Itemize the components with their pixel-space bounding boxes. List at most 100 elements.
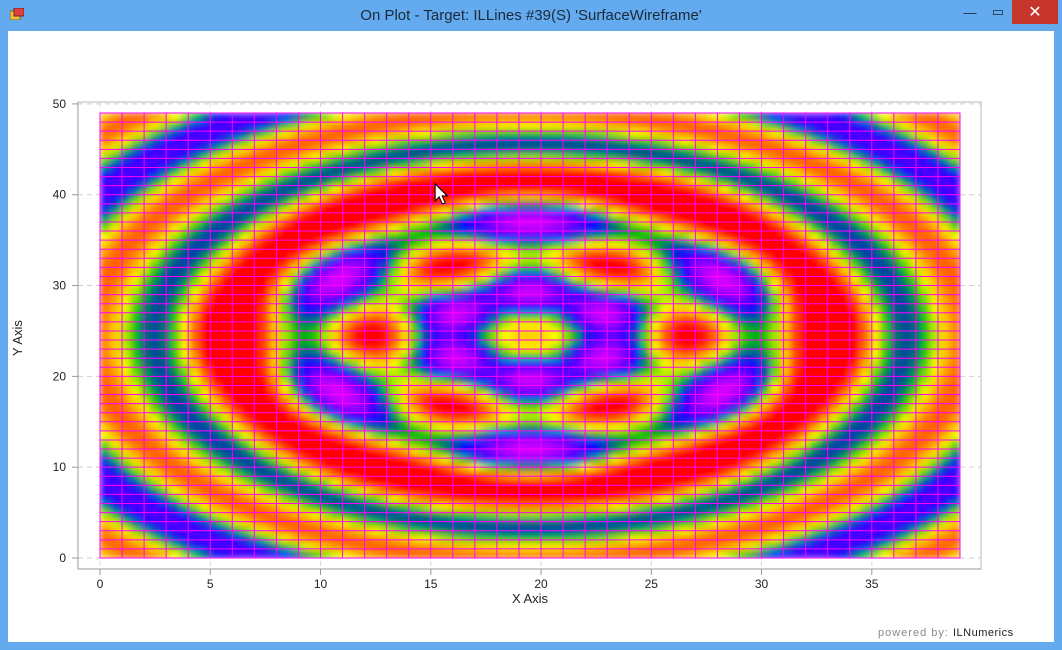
surface-cell bbox=[550, 152, 561, 162]
surface-cell bbox=[360, 136, 371, 146]
plot-canvas[interactable]: 0 5 10 15 20 25 30 35 01020304050 X Axis Y Axis bbox=[0, 0, 1062, 650]
surface-cell bbox=[420, 327, 431, 337]
surface-cell bbox=[780, 327, 791, 337]
surface-cell bbox=[820, 319, 831, 329]
surface-cell bbox=[140, 407, 151, 416]
surface-cell bbox=[710, 534, 721, 543]
surface-cell bbox=[540, 343, 551, 352]
surface-cell bbox=[110, 534, 121, 543]
surface-cell bbox=[130, 454, 141, 464]
surface-cell bbox=[660, 470, 671, 480]
surface-cell bbox=[670, 240, 681, 249]
surface-cell bbox=[780, 192, 791, 202]
surface-cell bbox=[440, 295, 451, 305]
surface-cell bbox=[520, 279, 531, 289]
surface-cell bbox=[180, 422, 191, 432]
surface-cell bbox=[890, 216, 901, 225]
surface-cell bbox=[260, 454, 271, 464]
surface-cell bbox=[250, 303, 261, 313]
surface-cell bbox=[630, 128, 641, 138]
surface-cell bbox=[840, 446, 851, 456]
surface-cell bbox=[810, 136, 821, 146]
surface-cell bbox=[290, 176, 301, 186]
surface-cell bbox=[410, 494, 421, 503]
surface-cell bbox=[660, 128, 671, 138]
surface-cell bbox=[200, 263, 211, 273]
surface-cell bbox=[350, 430, 361, 440]
surface-cell bbox=[550, 550, 561, 558]
surface-cell bbox=[880, 279, 891, 289]
surface-cell bbox=[610, 263, 621, 273]
surface-cell bbox=[720, 113, 731, 122]
surface-cell bbox=[610, 454, 621, 464]
surface-cell bbox=[560, 446, 571, 456]
surface-cell bbox=[750, 550, 761, 558]
surface-cell bbox=[110, 176, 121, 186]
surface-cell bbox=[540, 152, 551, 162]
surface-cell bbox=[950, 454, 960, 464]
surface-cell bbox=[740, 518, 751, 527]
surface-cell bbox=[240, 470, 251, 480]
surface-cell bbox=[850, 391, 861, 400]
surface-cell bbox=[860, 454, 871, 464]
surface-cell bbox=[210, 113, 221, 122]
surface-cell bbox=[430, 279, 441, 289]
surface-cell bbox=[700, 430, 711, 440]
surface-cell bbox=[270, 550, 281, 558]
surface-cell bbox=[740, 319, 751, 329]
surface-cell bbox=[240, 494, 251, 503]
surface-cell bbox=[640, 256, 651, 265]
surface-cell bbox=[340, 422, 351, 432]
surface-cell bbox=[850, 430, 861, 440]
surface-cell bbox=[310, 256, 321, 265]
surface-cell bbox=[880, 343, 891, 352]
surface-cell bbox=[150, 176, 161, 186]
y-tick-label: 40 bbox=[53, 188, 67, 202]
surface-cell bbox=[930, 152, 941, 162]
surface-cell bbox=[830, 470, 841, 480]
surface-cell bbox=[330, 534, 341, 543]
surface-cell bbox=[300, 232, 311, 241]
surface-cell bbox=[150, 367, 161, 376]
surface-cell bbox=[360, 256, 371, 265]
surface-cell bbox=[290, 263, 301, 273]
surface-cell bbox=[440, 279, 451, 289]
surface-cell bbox=[180, 192, 191, 202]
surface-cell bbox=[180, 232, 191, 241]
surface-cell bbox=[160, 494, 171, 503]
surface-cell bbox=[530, 383, 541, 392]
surface-cell bbox=[660, 192, 671, 202]
surface-cell bbox=[370, 136, 381, 146]
x-tick-label: 5 bbox=[207, 577, 214, 591]
surface-cell bbox=[560, 216, 571, 225]
surface-cell bbox=[750, 367, 761, 376]
surface-cell bbox=[310, 113, 321, 122]
surface-cell bbox=[160, 422, 171, 432]
surface-cell bbox=[890, 176, 901, 186]
surface-cell bbox=[560, 327, 571, 337]
surface-cell bbox=[920, 303, 931, 313]
surface-cell bbox=[700, 518, 711, 527]
surface-cell bbox=[220, 534, 231, 543]
surface-cell bbox=[280, 534, 291, 543]
surface-cell bbox=[940, 343, 951, 352]
surface-cell bbox=[740, 367, 751, 376]
surface-cell bbox=[660, 303, 671, 313]
surface-cell bbox=[360, 470, 371, 480]
surface-cell bbox=[860, 295, 871, 305]
surface-cell bbox=[930, 446, 941, 456]
watermark-prefix: powered by: bbox=[878, 627, 949, 639]
surface-cell bbox=[350, 454, 361, 464]
surface-cell bbox=[930, 470, 941, 480]
surface-cell bbox=[780, 383, 791, 392]
surface-cell bbox=[390, 550, 401, 558]
surface-cell bbox=[630, 391, 641, 400]
surface-cell bbox=[190, 391, 201, 400]
surface-cell bbox=[910, 391, 921, 400]
surface-cell bbox=[780, 319, 791, 329]
surface-cell bbox=[810, 263, 821, 273]
surface-cell bbox=[500, 383, 511, 392]
surface-cell bbox=[820, 446, 831, 456]
surface-cell bbox=[130, 176, 141, 186]
surface-cell bbox=[740, 168, 751, 178]
